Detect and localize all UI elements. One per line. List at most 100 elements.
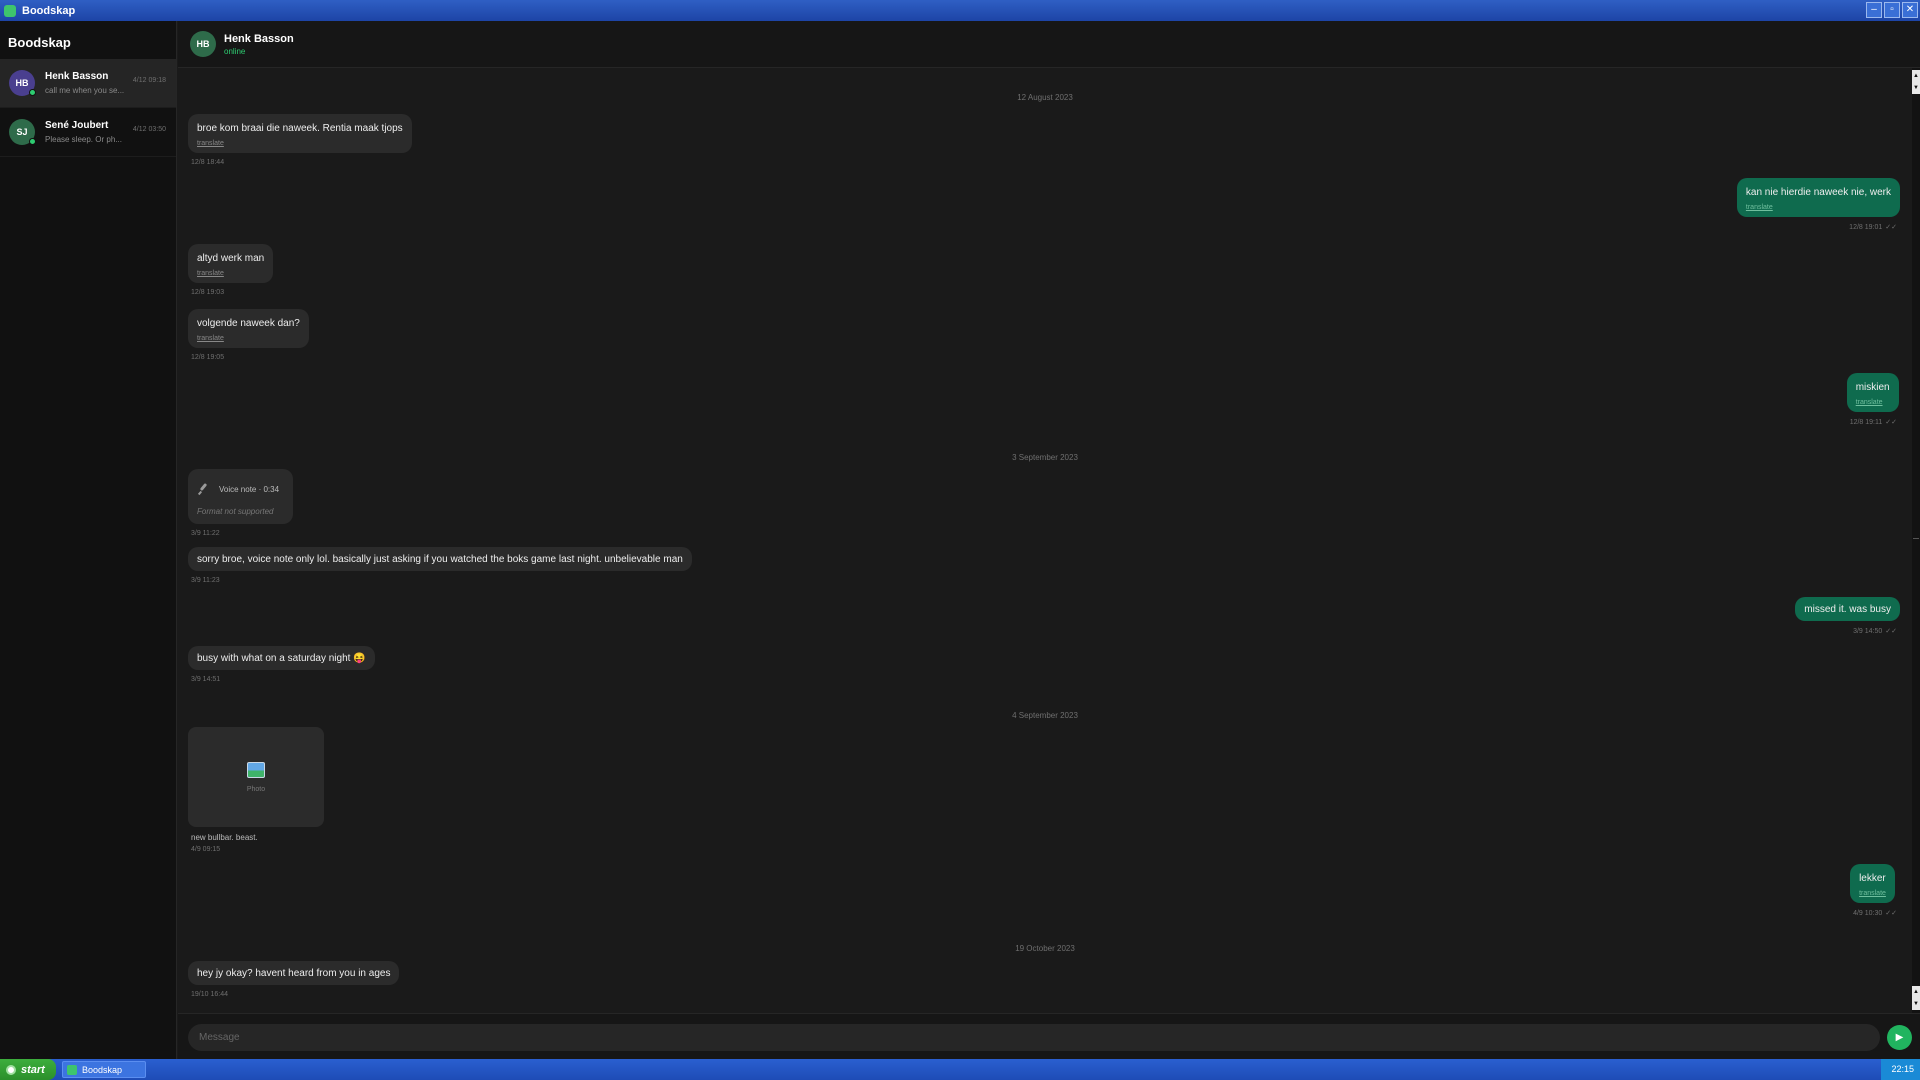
chat-time: 4/12 03:50 [132,126,166,133]
chat-preview: Please sleep. Or ph... [45,135,122,144]
app-icon [67,1064,77,1075]
chat-item-henk-basson[interactable]: HB Henk Basson call me when you se... 4/… [0,59,176,108]
window-titlebar: Boodskap – ▫ ✕ [0,0,1920,21]
message-text: busy with what on a saturday night 😝 [197,653,366,664]
photo-caption: new bullbar. beast. [191,833,258,842]
photo-label: Photo [246,785,266,793]
start-label: start [21,1063,45,1076]
message-text: lekker [1859,873,1886,884]
windows-logo-icon [6,1064,16,1075]
chat-name: Henk Basson [45,71,109,82]
avatar: SJ [9,119,36,145]
message-bubble: busy with what on a saturday night 😝 [188,646,375,670]
scroll-up-arrow-icon[interactable]: ▲ [1912,70,1920,82]
chat-item-sene-joubert[interactable]: SJ Sené Joubert Please sleep. Or ph... 4… [0,108,176,157]
avatar-initials: HB [196,39,210,49]
read-receipt-icon: ✓✓ [1885,224,1897,231]
message-time: 3/9 11:22 [191,530,220,537]
scroll-up-arrow-icon[interactable]: ▲ [1912,986,1920,998]
chat-list-sidebar: Boodskap HB Henk Basson call me when you… [0,21,177,1059]
read-receipt-icon: ✓✓ [1885,910,1897,917]
chat-preview: call me when you se... [45,86,125,95]
message-incoming: hey jy okay? havent heard from you in ag… [188,961,400,998]
close-button[interactable]: ✕ [1902,2,1918,18]
maximize-button[interactable]: ▫ [1884,2,1900,18]
scroll-down-arrow-icon[interactable]: ▼ [1912,998,1920,1010]
chat-time: 4/12 09:18 [132,77,166,84]
message-text: hey jy okay? havent heard from you in ag… [197,968,391,979]
scroll-thumb[interactable] [1913,538,1919,539]
message-input[interactable] [188,1024,1880,1051]
message-text: volgende naweek dan? [197,318,300,329]
message-outgoing: missed it. was busy 3/9 14:50 ✓✓ [1795,597,1900,635]
message-bubble: volgende naweek dan? translate [188,309,309,348]
avatar-initials: HB [15,78,29,88]
message-text: broe kom braai die naweek. Rentia maak t… [197,123,403,134]
date-separator: 19 October 2023 [1015,944,1075,953]
translate-link[interactable]: translate [197,335,300,342]
message-bubble: missed it. was busy [1795,597,1900,621]
message-text: kan nie hierdie naweek nie, werk [1745,187,1891,198]
message-photo: Photo new bullbar. beast. 4/9 09:15 [188,727,324,853]
avatar-initials: SJ [16,127,28,137]
start-button[interactable]: start [0,1059,56,1080]
message-scrollbar[interactable]: ▲ ▼ ▲ ▼ [1912,68,1920,1013]
message-outgoing: kan nie hierdie naweek nie, werk transla… [1736,178,1900,231]
message-text: miskien [1855,382,1890,393]
contact-avatar[interactable]: HB [190,31,216,57]
avatar: HB [9,70,36,96]
scroll-down-arrow-icon[interactable]: ▼ [1912,82,1920,94]
contact-status: online [224,46,246,56]
date-separator: 4 September 2023 [1012,711,1078,720]
translate-link[interactable]: translate [197,270,264,277]
chat-header: HB Henk Basson online [178,21,1920,68]
message-text: altyd werk man [197,253,265,264]
send-button[interactable]: ▶ [1887,1025,1912,1050]
date-separator: 12 August 2023 [1017,93,1073,102]
message-time: 12/8 19:05 [191,354,225,361]
date-separator: 3 September 2023 [1012,453,1078,462]
message-incoming: sorry broe, voice note only lol. basical… [188,547,692,584]
message-bubble: hey jy okay? havent heard from you in ag… [188,961,400,985]
image-icon [247,761,265,778]
window-title: Boodskap [22,4,76,17]
message-outgoing: lekker translate 4/9 10:30 ✓✓ [1850,864,1900,917]
message-text: sorry broe, voice note only lol. basical… [197,554,683,565]
translate-link[interactable]: translate [197,140,403,147]
message-incoming: busy with what on a saturday night 😝 3/9… [188,646,375,683]
message-time: 12/8 19:01 [1849,224,1883,231]
translate-link[interactable]: translate [1746,204,1891,211]
message-time: 3/9 11:23 [191,577,220,584]
message-time: 3/9 14:51 [191,676,221,683]
voice-note-label: Voice note · 0:34 [219,484,280,494]
message-time: 19/10 16:44 [191,991,228,998]
translate-link[interactable]: translate [1856,399,1890,406]
contact-name: Henk Basson [224,32,294,45]
message-time: 3/9 14:50 [1853,628,1883,635]
message-bubble: lekker translate [1850,864,1895,903]
message-time: 12/8 19:11 [1849,419,1883,426]
chat-name: Sené Joubert [45,120,109,131]
message-time: 12/8 19:03 [191,289,225,296]
system-clock: 22:15 [1881,1059,1920,1080]
taskbar-app-boodskap[interactable]: Boodskap [62,1061,146,1078]
message-time: 12/8 18:44 [191,159,225,166]
message-text: missed it. was busy [1804,604,1891,615]
message-bubble: kan nie hierdie naweek nie, werk transla… [1736,178,1900,217]
app-icon [4,4,16,17]
sidebar-title: Boodskap [8,35,71,50]
photo-attachment[interactable]: Photo [188,727,324,827]
message-incoming: broe kom braai die naweek. Rentia maak t… [188,114,412,166]
message-incoming: altyd werk man translate 12/8 19:03 [188,244,274,296]
minimize-button[interactable]: – [1866,2,1882,18]
taskbar-app-label: Boodskap [82,1064,123,1075]
online-indicator [29,89,36,96]
message-bubble: Voice note · 0:34 Format not supported [188,469,294,524]
message-list[interactable]: 12 August 2023 broe kom braai die naweek… [178,68,1912,1013]
message-bubble: miskien translate [1846,373,1899,412]
message-outgoing: miskien translate 12/8 19:11 ✓✓ [1846,373,1900,426]
message-bubble: sorry broe, voice note only lol. basical… [188,547,692,571]
translate-link[interactable]: translate [1859,890,1886,897]
message-bubble: broe kom braai die naweek. Rentia maak t… [188,114,412,153]
format-unsupported-text: Format not supported [197,507,274,516]
